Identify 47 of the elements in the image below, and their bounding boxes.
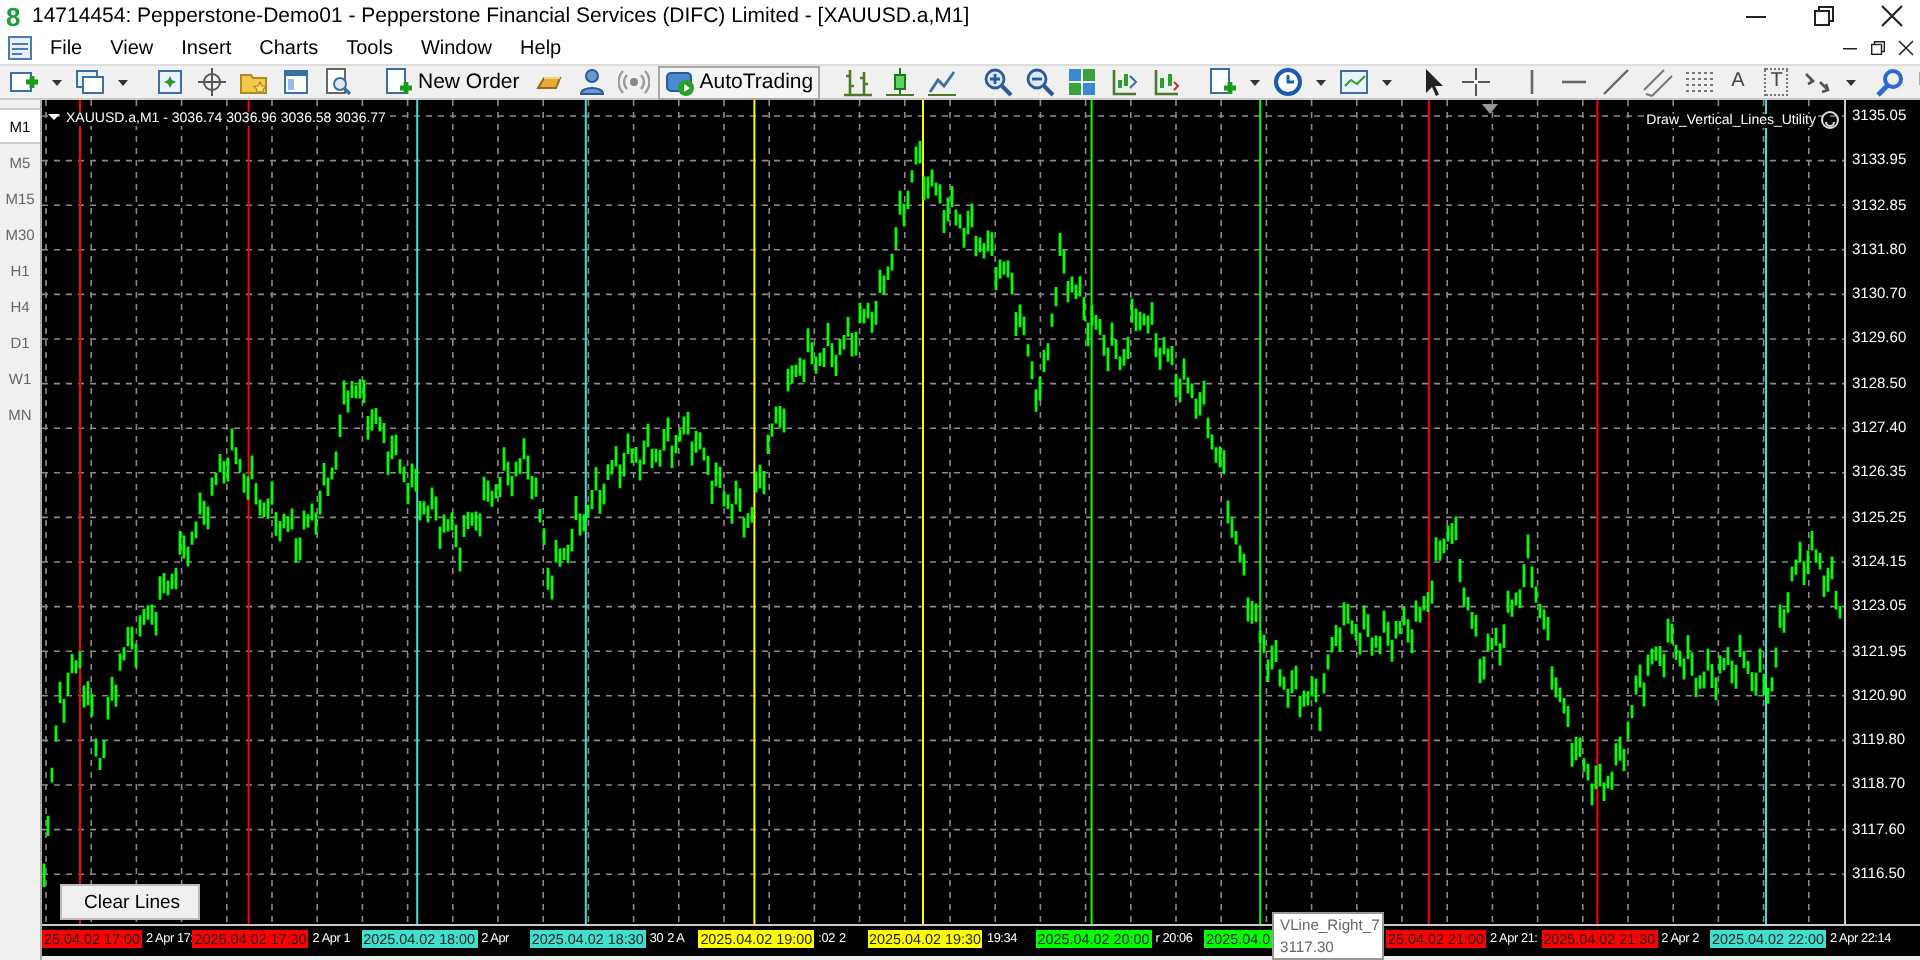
- app-logo: 8: [6, 1, 23, 31]
- new-order-button[interactable]: New Order: [376, 65, 526, 99]
- crosshair-icon[interactable]: [1459, 66, 1492, 98]
- zoom-in-icon[interactable]: [981, 66, 1014, 98]
- line-chart-icon[interactable]: [925, 66, 958, 98]
- menu-item[interactable]: View: [96, 37, 168, 59]
- menu-item[interactable]: Help: [506, 37, 576, 59]
- close-icon[interactable]: [1876, 0, 1908, 32]
- clear-lines-button[interactable]: Clear Lines: [60, 884, 200, 920]
- vertical-line[interactable]: [247, 100, 250, 924]
- label-tool-button[interactable]: T: [1764, 68, 1789, 96]
- autotrading-button[interactable]: AutoTrading: [657, 65, 820, 99]
- template-icon[interactable]: [1337, 66, 1370, 98]
- document-plus-icon: [382, 66, 414, 98]
- menu-item[interactable]: File: [36, 37, 97, 59]
- signal-icon[interactable]: [617, 66, 650, 98]
- chart-shift-icon[interactable]: [1107, 66, 1140, 98]
- zoom-out-icon[interactable]: [1023, 66, 1056, 98]
- autoscroll-icon[interactable]: [1149, 66, 1182, 98]
- crosshair-icon[interactable]: [196, 66, 228, 98]
- robot-play-icon: [663, 66, 696, 98]
- close-icon[interactable]: [1894, 36, 1918, 60]
- tile-windows-icon[interactable]: [1065, 66, 1098, 98]
- trendline-icon[interactable]: [1599, 66, 1632, 98]
- menu-item[interactable]: Window: [406, 37, 507, 59]
- windows-icon[interactable]: [74, 66, 106, 98]
- restore-icon[interactable]: [1808, 0, 1840, 32]
- bar-chart-icon[interactable]: [841, 66, 874, 98]
- text-tool-button[interactable]: A: [1723, 68, 1753, 96]
- document-magnifier-icon[interactable]: [322, 66, 354, 98]
- menu-item[interactable]: Charts: [245, 37, 333, 59]
- menu-item[interactable]: Insert: [167, 37, 246, 59]
- user-icon[interactable]: [575, 66, 608, 98]
- restore-icon[interactable]: [1866, 36, 1890, 60]
- menu-item[interactable]: Tools: [332, 37, 407, 59]
- candlestick-icon[interactable]: [883, 66, 916, 98]
- fibonacci-icon[interactable]: [1683, 66, 1716, 98]
- clock-icon[interactable]: [1271, 66, 1304, 98]
- vertical-line[interactable]: [584, 100, 587, 924]
- window-title: 14714454: Pepperstone-Demo01 - Pepperstone Financial Services (DIFC) Limited - [XAUUSD.a,M1]: [32, 4, 970, 28]
- window-icon[interactable]: [280, 66, 312, 98]
- chart-plus-icon[interactable]: [8, 66, 40, 98]
- search-icon[interactable]: [1874, 66, 1907, 98]
- document-icon[interactable]: [4, 32, 36, 64]
- document-plus-icon[interactable]: [1205, 66, 1238, 98]
- vertical-line[interactable]: [416, 100, 419, 924]
- vertical-line[interactable]: [1427, 100, 1430, 924]
